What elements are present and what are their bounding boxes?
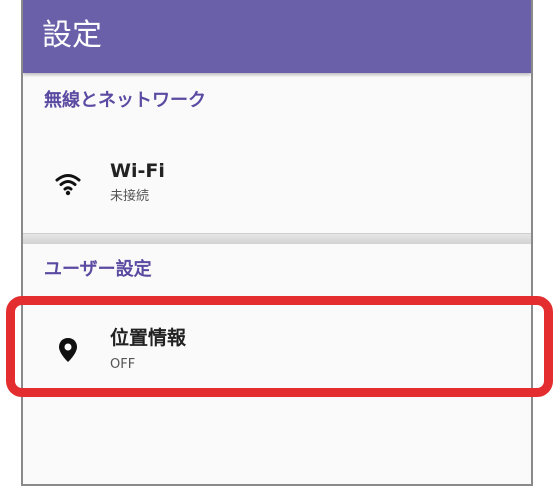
item-subtitle: 未接続 [110, 189, 150, 204]
section-divider [23, 233, 531, 244]
settings-item-wifi[interactable]: Wi-Fi 未接続 [23, 134, 531, 224]
page-title: 設定 [42, 18, 102, 53]
section-header-wireless: 無線とネットワーク [44, 90, 206, 111]
highlight-box [6, 296, 553, 397]
section-header-user-settings: ユーザー設定 [44, 259, 152, 280]
app-bar: 設定 [23, 0, 531, 73]
item-title: Wi-Fi [110, 160, 165, 182]
settings-screen: 設定 無線とネットワーク Wi-Fi 未接続 ユーザー設定 位置情報 OFF [21, 0, 533, 486]
wifi-icon [55, 174, 81, 196]
